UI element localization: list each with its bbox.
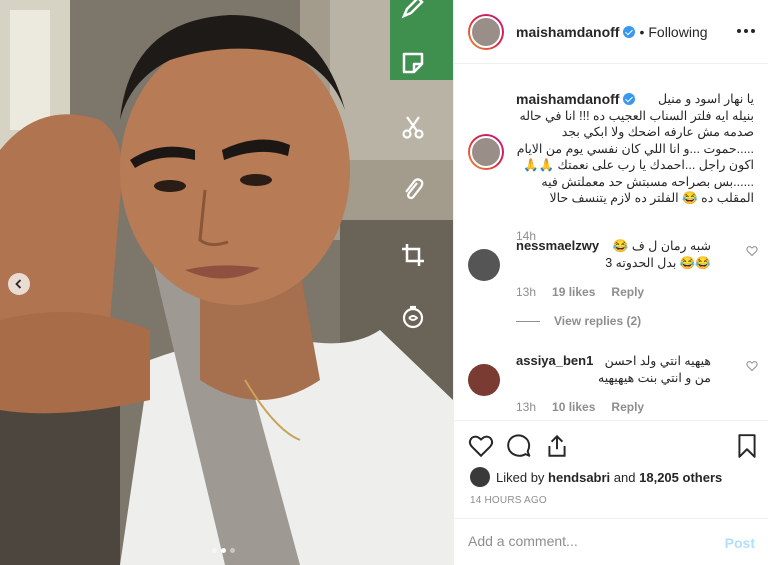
- liker-avatar[interactable]: [470, 467, 490, 487]
- sticker-icon: [396, 46, 430, 80]
- replies-divider: [516, 320, 540, 322]
- author-avatar[interactable]: [468, 13, 504, 50]
- comment-likes[interactable]: 19 likes: [552, 285, 595, 299]
- liked-by-label: Liked by: [496, 469, 545, 485]
- comment-body: nessmaelzwy شبه رمان ل ف 😂😂😂 بدل الحدوته…: [516, 238, 711, 271]
- reply-button[interactable]: Reply: [611, 285, 644, 299]
- comment-likes[interactable]: 10 likes: [552, 400, 595, 414]
- comments-section: maishamdanoff يا نهار اسود و منيل بنيله …: [454, 65, 768, 420]
- more-icon[interactable]: [737, 22, 755, 40]
- selfie-image: [0, 0, 453, 565]
- post-actions: Liked by hendsabri and 18,205 others 14 …: [454, 420, 768, 518]
- comment-meta: 13h 10 likes Reply: [516, 400, 644, 414]
- heart-icon[interactable]: [746, 360, 758, 372]
- commenter-username[interactable]: assiya_ben1: [516, 353, 593, 370]
- timer-icon: [396, 300, 430, 334]
- commenter-username[interactable]: nessmaelzwy: [516, 238, 599, 255]
- comment-input[interactable]: [468, 533, 718, 549]
- verified-badge-icon: [623, 25, 636, 38]
- chevron-left-icon: [15, 279, 22, 289]
- liker-username[interactable]: hendsabri: [548, 470, 610, 485]
- post-photo[interactable]: [0, 0, 453, 565]
- verified-badge-icon: [623, 93, 636, 105]
- heart-icon[interactable]: [468, 433, 494, 459]
- paperclip-icon: [396, 172, 430, 206]
- carousel-dot-active: [221, 548, 226, 553]
- add-comment-section: Post: [454, 518, 768, 565]
- comment-meta: 13h 19 likes Reply: [516, 285, 644, 299]
- comment-time[interactable]: 13h: [516, 400, 536, 414]
- carousel-indicator: [212, 548, 235, 553]
- separator-bullet: •: [639, 23, 645, 40]
- crop-icon: [396, 238, 430, 272]
- caption-avatar[interactable]: [468, 134, 504, 170]
- post-timestamp[interactable]: 14 HOURS AGO: [470, 495, 547, 506]
- comment-text: شبه رمان ل ف 😂😂😂 بدل الحدوته 3: [605, 239, 711, 270]
- likes-summary[interactable]: Liked by hendsabri and 18,205 others: [470, 467, 722, 487]
- pencil-icon: [396, 0, 430, 24]
- following-button[interactable]: Following: [648, 24, 707, 40]
- scissors-icon: [396, 110, 430, 144]
- likes-others[interactable]: 18,205 others: [639, 470, 722, 485]
- caption-text: يا نهار اسود و منيل بنيله ايه فلتر السنا…: [516, 92, 754, 205]
- comment-time[interactable]: 13h: [516, 285, 536, 299]
- author-username[interactable]: maishamdanoff: [516, 24, 619, 40]
- carousel-dot: [230, 548, 235, 553]
- share-icon[interactable]: [544, 433, 570, 459]
- previous-photo-button[interactable]: [8, 273, 30, 295]
- caption-username[interactable]: maishamdanoff: [516, 91, 636, 108]
- likes-and: and: [613, 469, 636, 485]
- comment-text: هيهيه انتي ولد احسن من و انتي بنت هيهيهي…: [598, 354, 711, 385]
- commenter-avatar[interactable]: [468, 249, 500, 281]
- post-details-panel: maishamdanoff • Following maishamdanoff …: [453, 0, 768, 565]
- comment-icon[interactable]: [506, 433, 532, 459]
- heart-icon[interactable]: [746, 245, 758, 257]
- post-comment-button[interactable]: Post: [725, 535, 755, 551]
- comment-body: assiya_ben1 هيهيه انتي ولد احسن من و انت…: [516, 353, 711, 386]
- commenter-avatar[interactable]: [468, 364, 500, 396]
- reply-button[interactable]: Reply: [611, 400, 644, 414]
- view-replies-label: View replies (2): [554, 314, 642, 328]
- carousel-dot: [212, 548, 217, 553]
- post-header: maishamdanoff • Following: [454, 0, 768, 64]
- view-replies-button[interactable]: View replies (2): [516, 314, 641, 328]
- caption-body: maishamdanoff يا نهار اسود و منيل بنيله …: [516, 91, 754, 207]
- bookmark-icon[interactable]: [734, 433, 760, 459]
